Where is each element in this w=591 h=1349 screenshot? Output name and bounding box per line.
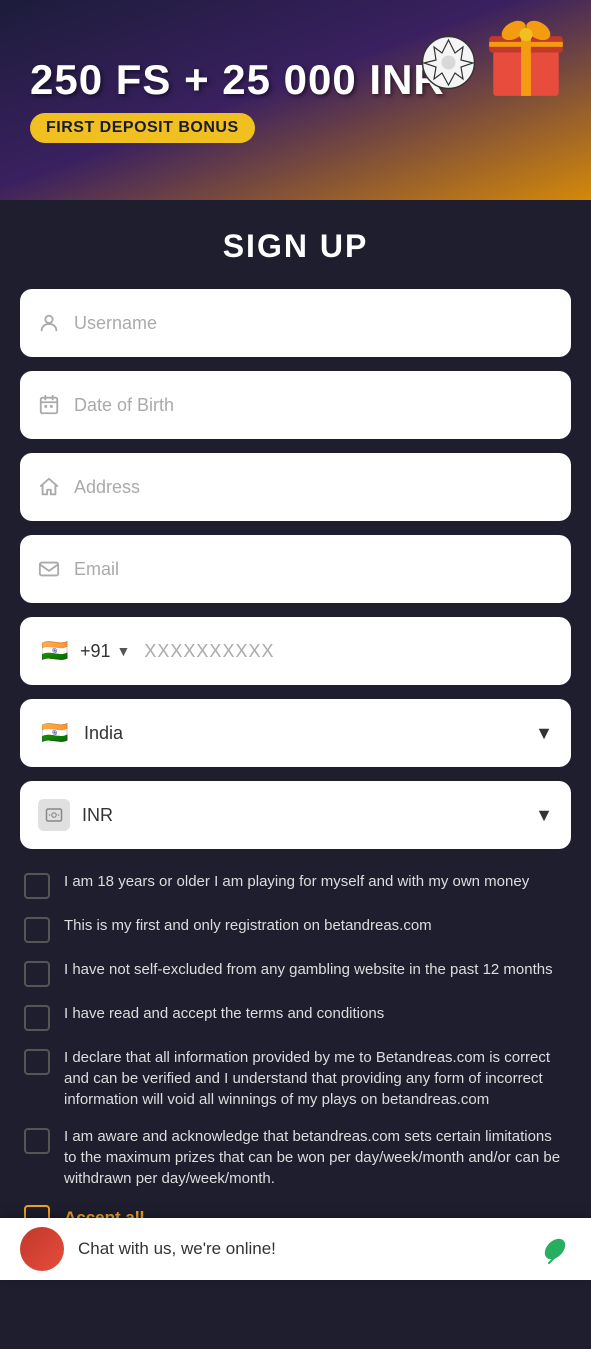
phone-placeholder: XXXXXXXXXX [144, 641, 274, 662]
country-value: India [84, 723, 535, 744]
phone-dropdown-icon[interactable]: ▼ [117, 643, 131, 659]
checkbox-label-4: I have read and accept the terms and con… [64, 1003, 567, 1024]
home-icon [38, 476, 60, 498]
country-chevron-icon: ▼ [535, 723, 553, 744]
country-flag: 🇮🇳 [38, 716, 72, 750]
checkbox-6[interactable] [24, 1128, 50, 1154]
email-input[interactable] [74, 559, 553, 580]
address-input[interactable] [74, 477, 553, 498]
checkbox-label-5: I declare that all information provided … [64, 1047, 567, 1110]
checkbox-label-6: I am aware and acknowledge that betandre… [64, 1126, 567, 1189]
banner-gifts [481, 10, 571, 100]
checkbox-3[interactable] [24, 961, 50, 987]
address-field-container [20, 453, 571, 521]
soccer-ball [421, 35, 476, 90]
checkbox-item-6: I am aware and acknowledge that betandre… [24, 1126, 567, 1189]
checkbox-item-1: I am 18 years or older I am playing for … [24, 871, 567, 899]
currency-select[interactable]: INR ▼ [20, 781, 571, 849]
phone-field-container: 🇮🇳 +91 ▼ XXXXXXXXXX [20, 617, 571, 685]
signup-form: SIGN UP [0, 200, 591, 1349]
currency-chevron-icon: ▼ [535, 805, 553, 826]
username-field-container [20, 289, 571, 357]
gift-icon [481, 10, 571, 100]
checkbox-2[interactable] [24, 917, 50, 943]
checkbox-item-2: This is my first and only registration o… [24, 915, 567, 943]
chat-bar[interactable]: Chat with us, we're online! [0, 1218, 591, 1280]
checkbox-item-5: I declare that all information provided … [24, 1047, 567, 1110]
checkbox-label-3: I have not self-excluded from any gambli… [64, 959, 567, 980]
country-select[interactable]: 🇮🇳 India ▼ [20, 699, 571, 767]
checkbox-4[interactable] [24, 1005, 50, 1031]
checkboxes-section: I am 18 years or older I am playing for … [20, 863, 571, 1259]
checkbox-5[interactable] [24, 1049, 50, 1075]
banner: 250 FS + 25 000 INR FIRST DEPOSIT BONUS [0, 0, 591, 200]
chat-text: Chat with us, we're online! [78, 1239, 525, 1259]
dob-field-container [20, 371, 571, 439]
phone-country-code: +91 [80, 641, 111, 662]
banner-subtitle: FIRST DEPOSIT BONUS [30, 113, 255, 143]
checkbox-item-4: I have read and accept the terms and con… [24, 1003, 567, 1031]
currency-icon [38, 799, 70, 831]
email-icon [38, 558, 60, 580]
page-title: SIGN UP [20, 200, 571, 289]
calendar-icon [38, 394, 60, 416]
user-icon [38, 312, 60, 334]
chat-avatar [20, 1227, 64, 1271]
dob-input[interactable] [74, 395, 553, 416]
phone-flag: 🇮🇳 [38, 634, 72, 668]
checkbox-item-3: I have not self-excluded from any gambli… [24, 959, 567, 987]
username-input[interactable] [74, 313, 553, 334]
checkbox-1[interactable] [24, 873, 50, 899]
checkbox-label-2: This is my first and only registration o… [64, 915, 567, 936]
checkbox-label-1: I am 18 years or older I am playing for … [64, 871, 567, 892]
email-field-container [20, 535, 571, 603]
currency-value: INR [82, 805, 535, 826]
chat-leaf-icon [539, 1233, 571, 1265]
